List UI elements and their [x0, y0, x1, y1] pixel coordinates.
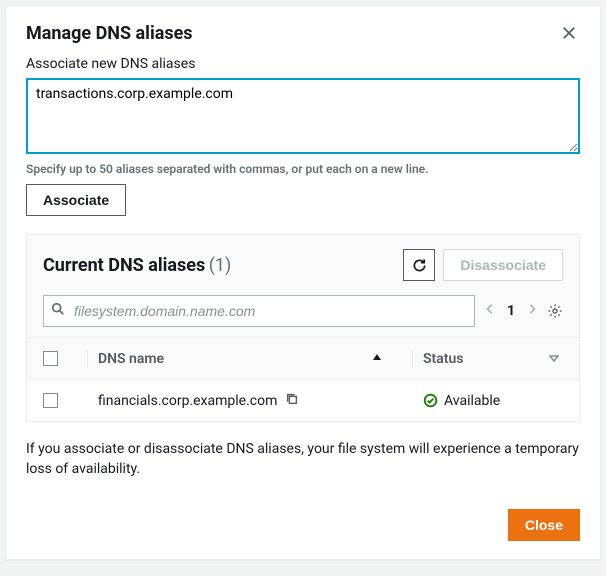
- column-header-status[interactable]: Status: [423, 351, 563, 367]
- current-aliases-panel: Current DNS aliases (1) Disassociate: [26, 234, 580, 422]
- chevron-left-icon: [485, 303, 495, 315]
- alias-textarea[interactable]: [26, 78, 580, 154]
- disassociate-button[interactable]: Disassociate: [443, 249, 563, 281]
- pagination: 1: [485, 303, 537, 319]
- close-icon[interactable]: [558, 22, 580, 44]
- page-number: 1: [507, 303, 515, 319]
- select-all-checkbox[interactable]: [43, 351, 58, 366]
- panel-title-wrap: Current DNS aliases (1): [43, 255, 231, 276]
- column-status-label: Status: [423, 351, 543, 367]
- close-button[interactable]: Close: [508, 509, 580, 541]
- status-text: Available: [444, 393, 500, 409]
- dialog-header: Manage DNS aliases: [6, 6, 600, 56]
- column-name-label: DNS name: [98, 351, 364, 367]
- dialog-body: Associate new DNS aliases Specify up to …: [6, 56, 600, 495]
- table-header: DNS name Status: [27, 337, 579, 379]
- check-circle-icon: [423, 393, 438, 408]
- dialog-title: Manage DNS aliases: [26, 23, 193, 44]
- refresh-icon: [412, 258, 427, 273]
- next-page[interactable]: [527, 303, 537, 319]
- table-row: financials.corp.example.com Available: [27, 379, 579, 421]
- alias-table: DNS name Status: [27, 337, 579, 421]
- column-header-name[interactable]: DNS name: [98, 351, 412, 367]
- sort-none-icon: [549, 351, 559, 367]
- row-checkbox[interactable]: [43, 393, 58, 408]
- settings-button[interactable]: [547, 303, 563, 319]
- panel-title: Current DNS aliases: [43, 255, 205, 276]
- associate-label: Associate new DNS aliases: [26, 56, 580, 72]
- copy-icon[interactable]: [285, 392, 299, 410]
- dialog-footer: Close: [6, 495, 600, 559]
- panel-actions: Disassociate: [403, 249, 563, 281]
- warning-text: If you associate or disassociate DNS ali…: [26, 440, 580, 479]
- associate-button[interactable]: Associate: [26, 184, 126, 216]
- search-wrap: [43, 295, 475, 327]
- panel-toolbar: 1: [27, 295, 579, 337]
- alias-hint: Specify up to 50 aliases separated with …: [26, 162, 580, 176]
- alias-name: financials.corp.example.com: [98, 393, 277, 409]
- panel-header: Current DNS aliases (1) Disassociate: [27, 235, 579, 295]
- prev-page[interactable]: [485, 303, 495, 319]
- gear-icon: [547, 303, 563, 319]
- status-badge: Available: [423, 393, 500, 409]
- sort-asc-icon: [372, 351, 382, 367]
- refresh-button[interactable]: [403, 249, 435, 281]
- search-icon: [51, 302, 65, 320]
- manage-dns-aliases-dialog: Manage DNS aliases Associate new DNS ali…: [5, 5, 601, 560]
- search-input[interactable]: [43, 295, 475, 327]
- panel-count: (1): [209, 255, 232, 276]
- chevron-right-icon: [527, 303, 537, 315]
